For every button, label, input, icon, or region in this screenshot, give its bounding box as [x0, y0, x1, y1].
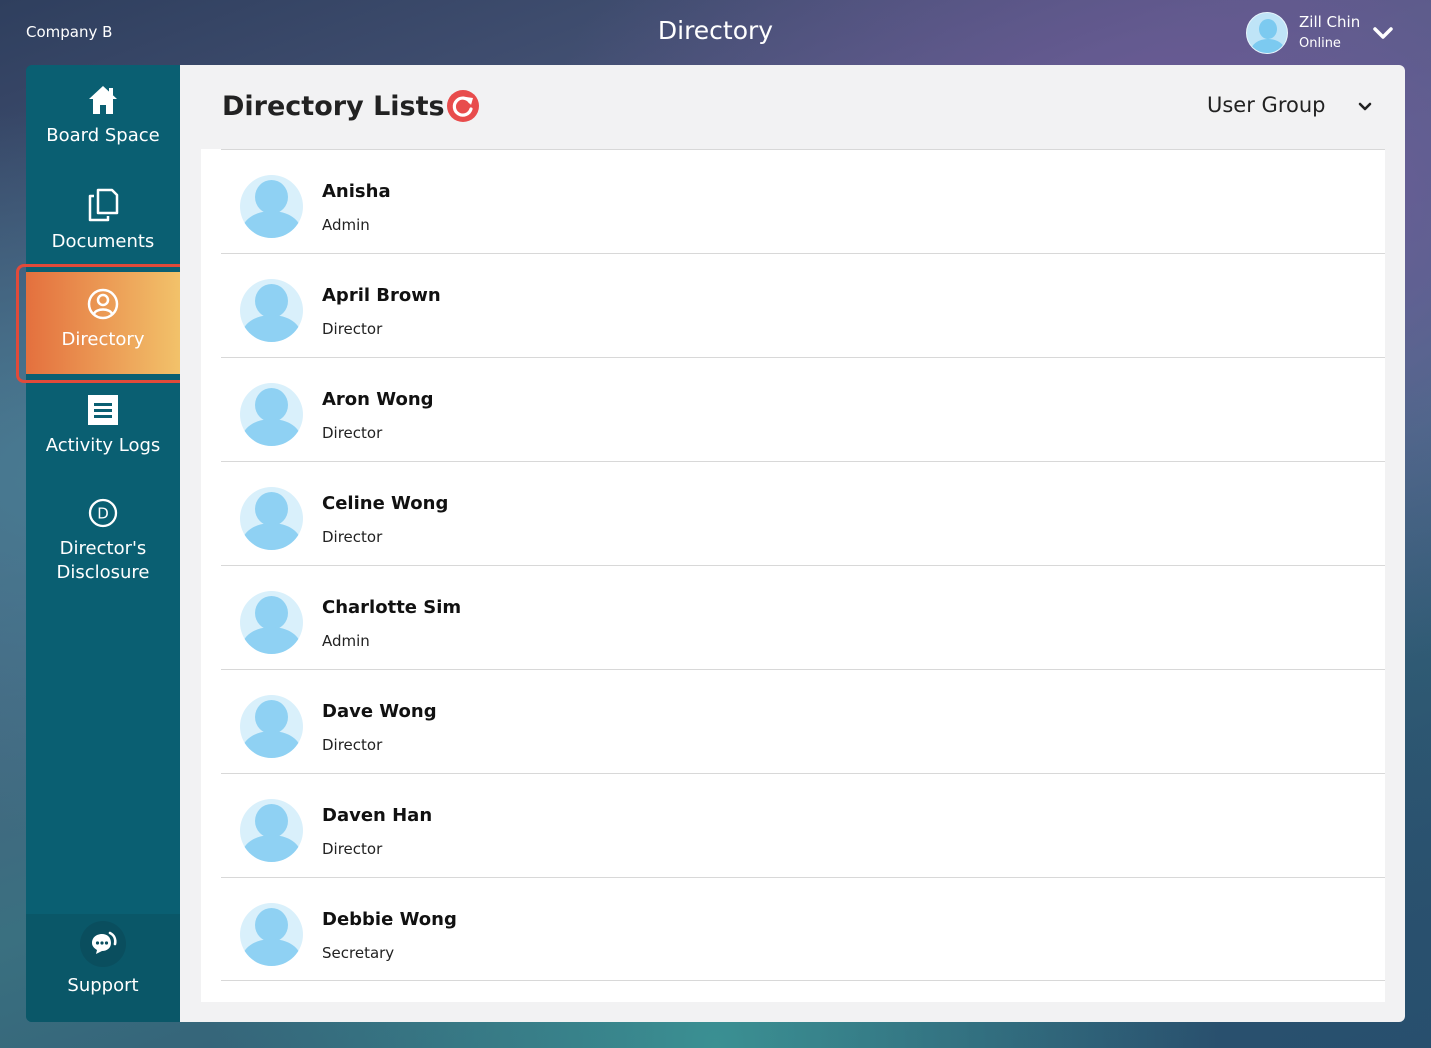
list-item[interactable]: Aron Wong Director	[221, 357, 1385, 461]
support-bubble[interactable]	[80, 921, 126, 967]
person-role: Director	[322, 840, 383, 858]
avatar	[240, 591, 303, 654]
list-item[interactable]: Debbie Wong Secretary	[221, 877, 1385, 981]
top-bar: Company B Directory Zill Chin Online	[0, 0, 1431, 65]
page-title: Directory Lists	[222, 91, 445, 122]
user-group-select[interactable]: User Group	[1207, 93, 1325, 117]
documents-icon	[88, 188, 119, 222]
sidebar-item-label: Documents	[51, 231, 155, 252]
sidebar-item-label: Board Space	[46, 125, 160, 146]
list-item[interactable]: Charlotte Sim Admin	[221, 565, 1385, 669]
person-name: Anisha	[322, 181, 391, 202]
sidebar-item-activity-logs[interactable]: Activity Logs	[26, 393, 180, 456]
list-item[interactable]: April Brown Director	[221, 253, 1385, 357]
list-item[interactable]: Dave Wong Director	[221, 669, 1385, 773]
list-icon	[88, 395, 118, 425]
sidebar-item-label: Director's	[59, 538, 147, 559]
avatar	[240, 799, 303, 862]
support-button[interactable]: Support	[26, 914, 180, 1022]
avatar	[240, 383, 303, 446]
refresh-icon[interactable]	[446, 89, 480, 123]
letter-d-circle-icon: D	[88, 498, 118, 528]
sidebar-item-directors-disclosure[interactable]: D Director's Disclosure	[26, 497, 180, 585]
support-label: Support	[67, 975, 139, 996]
chevron-down-icon[interactable]	[1357, 99, 1373, 115]
user-menu[interactable]: Zill Chin Online	[1246, 11, 1360, 55]
person-role: Director	[322, 320, 383, 338]
list-item[interactable]: Anisha Admin	[221, 149, 1385, 253]
person-name: Dave Wong	[322, 701, 437, 722]
person-name: Charlotte Sim	[322, 597, 462, 618]
person-name: Daven Han	[322, 805, 433, 826]
page-heading: Directory	[657, 16, 774, 45]
main-panel: Directory Lists User Group Anisha Admin …	[180, 65, 1405, 1022]
active-item-highlight	[16, 264, 190, 383]
avatar	[240, 695, 303, 758]
home-icon	[89, 86, 117, 114]
person-role: Admin	[322, 216, 370, 234]
person-role: Admin	[322, 632, 370, 650]
user-name: Zill Chin	[1299, 13, 1361, 31]
person-name: Celine Wong	[322, 493, 449, 514]
person-name: Aron Wong	[322, 389, 434, 410]
avatar	[240, 175, 303, 238]
sidebar-item-board-space[interactable]: Board Space	[26, 83, 180, 146]
chat-bubble-icon	[92, 931, 117, 954]
sidebar-item-documents[interactable]: Documents	[26, 187, 180, 252]
chevron-down-icon[interactable]	[1372, 22, 1394, 44]
avatar	[240, 487, 303, 550]
avatar	[240, 903, 303, 966]
person-name: Debbie Wong	[322, 909, 457, 930]
person-name: April Brown	[322, 285, 441, 306]
list-item[interactable]: Daven Han Director	[221, 773, 1385, 877]
user-status: Online	[1299, 36, 1341, 51]
sidebar: Board Space Documents Directory Activity…	[16, 65, 190, 1022]
directory-list: Anisha Admin April Brown Director Aron W…	[201, 149, 1385, 1002]
user-avatar[interactable]	[1246, 12, 1288, 54]
person-role: Director	[322, 736, 383, 754]
person-role: Director	[322, 528, 383, 546]
svg-text:D: D	[97, 505, 109, 523]
avatar	[240, 279, 303, 342]
person-role: Secretary	[322, 944, 395, 962]
sidebar-item-label: Activity Logs	[45, 435, 161, 456]
person-role: Director	[322, 424, 383, 442]
sidebar-item-label-line2: Disclosure	[56, 562, 150, 583]
list-item[interactable]: Celine Wong Director	[221, 461, 1385, 565]
